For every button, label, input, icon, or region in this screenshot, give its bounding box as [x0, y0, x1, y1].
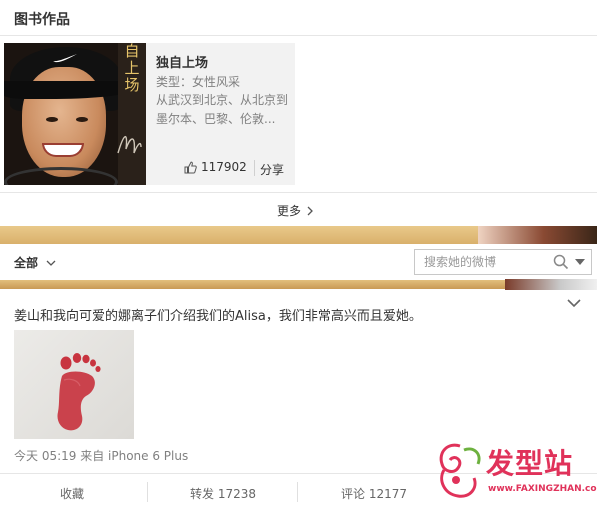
footprint-image — [57, 353, 101, 431]
watermark-flower-icon — [439, 443, 481, 498]
tab-all[interactable]: 全部 — [14, 254, 56, 271]
search-input[interactable] — [415, 250, 545, 274]
cover-eye-right — [76, 117, 88, 122]
tab-all-label: 全部 — [14, 256, 39, 270]
book-title[interactable]: 独自上场 — [156, 52, 208, 71]
book-type: 类型：女性风采 — [156, 75, 241, 89]
cover-racket — [4, 167, 118, 185]
more-link[interactable]: 更多 — [277, 202, 313, 219]
favorite-button[interactable]: 收藏 — [60, 485, 84, 502]
more-label: 更多 — [277, 204, 302, 218]
comment-button[interactable]: 评论 12177 — [341, 485, 407, 502]
like-count: 117902 — [201, 160, 247, 174]
cover-title-text: 自上场 — [124, 43, 140, 94]
action-separator — [297, 482, 298, 502]
nike-logo-icon — [53, 54, 77, 63]
book-action-separator — [254, 160, 255, 176]
post-meta: 今天 05:19 来自 iPhone 6 Plus — [14, 449, 189, 463]
cover-eye-left — [46, 117, 58, 122]
banner-photo-top — [478, 226, 597, 244]
post-image[interactable] — [14, 330, 134, 439]
section-divider — [0, 35, 597, 36]
search-box — [414, 249, 592, 275]
action-separator — [147, 482, 148, 502]
repost-button[interactable]: 转发 17238 — [190, 485, 256, 502]
book-description: 从武汉到北京、从北京到墨尔本、巴黎、伦敦... — [156, 93, 289, 126]
post-text: 姜山和我向可爱的娜离子们介绍我们的Alisa，我们非常高兴而且爱她。 — [14, 309, 422, 324]
like-button[interactable]: 117902 — [184, 160, 247, 174]
share-button[interactable]: 分享 — [260, 161, 284, 178]
cover-signature — [117, 136, 142, 154]
search-icon[interactable] — [553, 254, 569, 270]
thumbs-up-icon — [184, 161, 197, 173]
chevron-right-icon — [307, 206, 313, 215]
watermark-title: 发型站 — [486, 447, 574, 480]
watermark-url: www.FAXINGZHAN.com — [488, 484, 597, 494]
more-divider — [0, 192, 597, 193]
book-cover[interactable]: 自上场 — [4, 43, 146, 185]
banner-photo-bottom — [505, 279, 597, 290]
chevron-down-icon — [46, 260, 56, 266]
books-section-title: 图书作品 — [14, 12, 70, 28]
post-expand-chevron-icon[interactable] — [567, 299, 581, 308]
search-dropdown-caret-icon[interactable] — [575, 259, 585, 265]
watermark: 发型站 www.FAXINGZHAN.com — [434, 440, 597, 502]
book-card[interactable]: 自上场 独自上场 类型：女性风采 从武汉到北京、从北京到墨尔本、巴黎、伦敦...… — [4, 43, 295, 185]
